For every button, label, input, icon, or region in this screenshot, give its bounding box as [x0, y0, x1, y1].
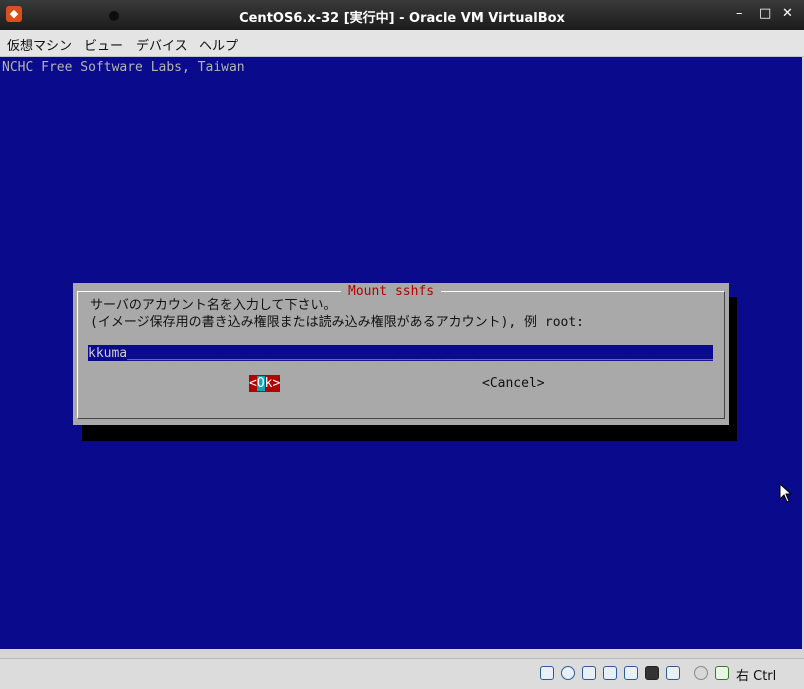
video-capture-icon[interactable]	[666, 666, 680, 680]
ok-label-pre: <	[249, 376, 257, 391]
dialog-prompt-line2: (イメージ保存用の書き込み権限または読み込み権限があるアカウント), 例 roo…	[90, 315, 585, 330]
ok-button[interactable]: <Ok>	[249, 375, 281, 392]
menu-devices[interactable]: デバイス	[136, 35, 188, 54]
host-key-label: 右 Ctrl	[736, 669, 777, 684]
display-icon[interactable]	[624, 666, 638, 680]
dialog-prompt-line1: サーバのアカウント名を入力して下さい。	[90, 298, 337, 313]
account-name-input[interactable]: kkuma___________________________________…	[88, 345, 713, 361]
input-underscore-fill: ________________________________________…	[127, 346, 713, 361]
optical-drive-icon[interactable]	[561, 666, 575, 680]
shared-folders-icon[interactable]	[603, 666, 617, 680]
cancel-button[interactable]: <Cancel>	[482, 375, 545, 392]
mouse-integration-icon[interactable]	[694, 666, 708, 680]
menu-view[interactable]: ビュー	[84, 35, 123, 54]
maximize-icon[interactable]: □	[759, 6, 771, 21]
window-title: CentOS6.x-32 [実行中] - Oracle VM VirtualBo…	[239, 11, 565, 26]
menu-help[interactable]: ヘルプ	[199, 35, 238, 54]
network-icon[interactable]	[645, 666, 659, 680]
console-backtitle: NCHC Free Software Labs, Taiwan	[2, 60, 245, 75]
hard-disk-icon[interactable]	[540, 666, 554, 680]
mount-sshfs-dialog: Mount sshfs サーバのアカウント名を入力して下さい。 (イメージ保存用…	[73, 283, 729, 425]
usb-icon[interactable]	[582, 666, 596, 680]
dialog-title: Mount sshfs	[341, 283, 442, 300]
menu-machine[interactable]: 仮想マシン	[7, 35, 72, 54]
window-titlebar: ◆ CentOS6.x-32 [実行中] - Oracle VM Virtual…	[0, 0, 804, 30]
mouse-pointer-icon	[779, 483, 793, 503]
statusbar: 右 Ctrl	[0, 658, 804, 689]
ok-label-post: k>	[264, 376, 281, 391]
close-icon[interactable]: ✕	[782, 6, 793, 21]
vm-console-screen[interactable]: NCHC Free Software Labs, Taiwan Mount ss…	[0, 57, 802, 649]
ok-label-hotkey: O	[256, 376, 265, 391]
menubar: 仮想マシン ビュー デバイス ヘルプ	[0, 30, 804, 57]
minimize-icon[interactable]: –	[736, 6, 743, 21]
arrow-down-icon[interactable]	[715, 666, 729, 680]
account-name-value: kkuma	[88, 346, 128, 361]
